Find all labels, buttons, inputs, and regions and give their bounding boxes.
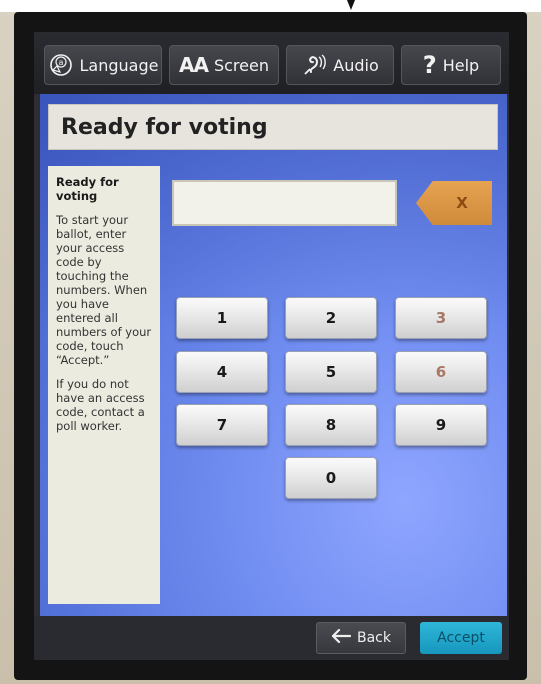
key-9[interactable]: 9 — [395, 404, 487, 446]
text-size-icon: AA — [179, 53, 209, 77]
back-label: Back — [357, 630, 391, 646]
key-1[interactable]: 1 — [176, 297, 268, 339]
language-label: Language — [79, 55, 159, 75]
back-button[interactable]: Back — [316, 622, 406, 654]
key-5[interactable]: 5 — [285, 351, 377, 393]
access-code-field[interactable] — [172, 180, 397, 226]
help-icon: ? — [422, 51, 437, 79]
audio-label: Audio — [333, 55, 379, 75]
help-button[interactable]: ? Help — [401, 45, 501, 85]
accept-button[interactable]: Accept — [420, 622, 502, 654]
page-title-bar: Ready for voting — [48, 104, 498, 150]
key-4[interactable]: 4 — [176, 351, 268, 393]
bottom-toolbar: Back Accept — [34, 616, 509, 660]
screen-button[interactable]: AA Screen — [169, 45, 279, 85]
instructions-panel: Ready for voting To start your ballot, e… — [48, 166, 160, 604]
instructions-text: To start your ballot, enter your access … — [56, 213, 152, 367]
svg-text:a: a — [58, 58, 63, 67]
screen-label: Screen — [213, 55, 269, 75]
key-8[interactable]: 8 — [285, 404, 377, 446]
help-label: Help — [442, 55, 480, 75]
top-toolbar: a Language AA Screen Audio ? Help — [34, 32, 509, 94]
key-7[interactable]: 7 — [176, 404, 268, 446]
page-title: Ready for voting — [61, 114, 268, 140]
screen-bezel: a Language AA Screen Audio ? Help Ready … — [14, 12, 527, 680]
language-icon: a — [48, 52, 74, 78]
audio-button[interactable]: Audio — [286, 45, 394, 85]
instructions-heading: Ready for voting — [56, 175, 119, 203]
instructions-help-text: If you do not have an access code, conta… — [56, 377, 145, 433]
key-6[interactable]: 6 — [395, 351, 487, 393]
voting-screen: a Language AA Screen Audio ? Help Ready … — [34, 32, 509, 660]
back-arrow-icon — [331, 628, 352, 647]
language-button[interactable]: a Language — [44, 45, 162, 85]
photo-top-edge — [0, 0, 541, 12]
key-3[interactable]: 3 — [395, 297, 487, 339]
key-2[interactable]: 2 — [285, 297, 377, 339]
hearing-assist-icon — [301, 52, 327, 78]
key-0[interactable]: 0 — [285, 457, 377, 499]
